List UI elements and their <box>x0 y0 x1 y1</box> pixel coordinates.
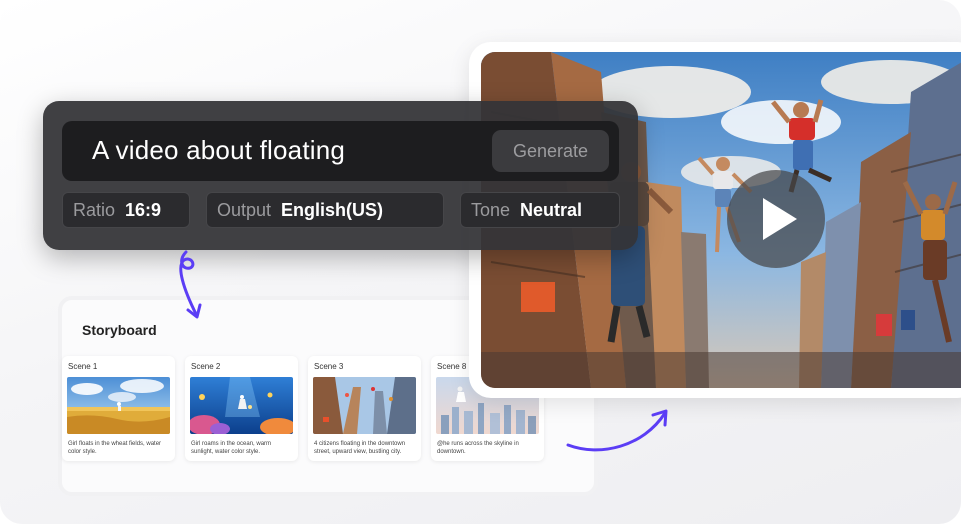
scene-thumbnail <box>190 377 293 434</box>
scene-label: Scene 8 <box>437 362 467 371</box>
prompt-input[interactable]: A video about floating Generate <box>62 121 619 181</box>
tone-option[interactable]: Tone Neutral <box>460 192 620 228</box>
canvas: Storyboard Scene 1 Girl floats in the wh… <box>0 0 961 524</box>
play-icon <box>763 198 797 240</box>
scene-label: Scene 1 <box>68 362 98 371</box>
scene-description: 4 citizens floating in the downtown stre… <box>314 441 406 455</box>
scene-label: Scene 2 <box>191 362 221 371</box>
output-label: Output <box>217 199 272 220</box>
tone-value: Neutral <box>520 199 583 220</box>
scene-thumbnail <box>67 377 170 434</box>
storyboard-title: Storyboard <box>82 322 157 338</box>
ratio-label: Ratio <box>73 199 116 220</box>
play-button[interactable] <box>727 170 825 268</box>
scene-description: Girl roams in the ocean, warm sunlight, … <box>191 441 272 455</box>
curved-arrow-right-icon <box>566 409 668 452</box>
scene-description: @he runs across the skyline in downtown. <box>437 441 519 455</box>
prompt-text: A video about floating <box>92 135 346 165</box>
generate-button[interactable]: Generate <box>492 130 609 172</box>
scene-thumbnail <box>313 377 416 434</box>
ratio-option[interactable]: Ratio 16:9 <box>62 192 190 228</box>
output-value: English(US) <box>281 199 384 220</box>
scene-description: Girl floats in the wheat fields, water c… <box>68 441 162 455</box>
scene-label: Scene 3 <box>314 362 344 371</box>
curly-arrow-down-icon <box>179 250 202 319</box>
scene-card-1[interactable]: Scene 1 Girl floats in the wheat fields,… <box>62 356 175 461</box>
prompt-panel: A video about floating Generate Ratio 16… <box>43 101 638 250</box>
output-option[interactable]: Output English(US) <box>206 192 444 228</box>
ratio-value: 16:9 <box>125 199 162 220</box>
scene-card-2[interactable]: Scene 2 Girl roams in the ocean, warm su… <box>185 356 298 461</box>
scene-card-3[interactable]: Scene 3 4 citizens floating in the downt… <box>308 356 421 461</box>
tone-label: Tone <box>471 199 511 220</box>
